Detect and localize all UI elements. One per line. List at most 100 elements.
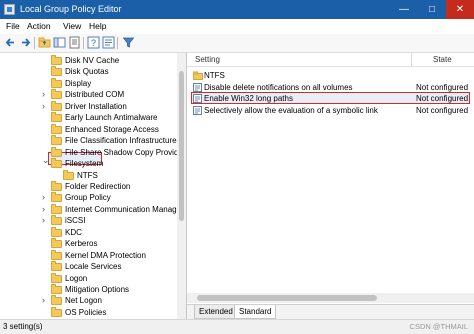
menu-bar: File Action View Help (0, 19, 474, 35)
folder-icon (51, 284, 62, 294)
tree-item[interactable]: Folder Redirection (0, 180, 186, 192)
folder-icon (51, 146, 62, 157)
tree-item[interactable]: ⌄ Filesystem (0, 155, 186, 169)
folder-icon (51, 203, 62, 214)
minimize-button[interactable]: — (390, 0, 418, 19)
state-column-header[interactable]: State (433, 53, 452, 66)
folder-icon (51, 112, 62, 123)
folder-icon (51, 272, 62, 283)
show-hide-tree-icon[interactable] (53, 36, 66, 49)
tree-item[interactable]: › Group Policy (0, 192, 186, 203)
chevron-right-icon[interactable]: › (42, 192, 45, 203)
setting-row[interactable]: Selectively allow the evaluation of a sy… (187, 105, 474, 116)
export-list-icon[interactable] (68, 36, 81, 49)
properties-icon[interactable] (102, 36, 115, 49)
tree-item[interactable]: Enhanced Storage Access (0, 123, 186, 135)
folder-icon (51, 123, 62, 134)
menu-view[interactable]: View (63, 21, 81, 31)
tree-item[interactable]: › Internet Communication Manage (0, 203, 186, 215)
setting-row[interactable]: Disable delete notifications on all volu… (187, 82, 474, 93)
tree-item[interactable]: Disk Quotas (0, 66, 186, 77)
chevron-right-icon[interactable]: › (42, 215, 45, 226)
folder-icon (51, 158, 62, 169)
tree-item-label: Distributed COM (65, 90, 125, 100)
setting-name: Enable Win32 long paths (204, 94, 293, 103)
setting-name: Disable delete notifications on all volu… (204, 82, 353, 92)
tree-item[interactable]: Kernel DMA Protection (0, 249, 186, 261)
folder-icon (51, 249, 62, 260)
tree-item-label: Display (65, 78, 92, 88)
setting-row[interactable]: Enable Win32 long paths Not configured (187, 93, 474, 104)
watermark: CSDN @THMAIL (409, 322, 468, 331)
tree-item-label: OS Policies (65, 307, 107, 317)
tree-vertical-scrollbar[interactable] (177, 53, 186, 319)
tree-item[interactable]: KDC (0, 226, 186, 238)
setting-name: NTFS (204, 71, 225, 80)
tab-standard[interactable]: Standard (234, 305, 277, 319)
help-icon[interactable]: ? (87, 36, 100, 49)
tree-item[interactable]: Logon (0, 272, 186, 284)
chevron-right-icon[interactable]: › (42, 295, 45, 306)
toolbar: ? (0, 34, 474, 53)
policy-setting-icon (193, 105, 202, 115)
filter-icon[interactable] (122, 36, 135, 49)
status-bar: 3 setting(s) CSDN @THMAIL (0, 319, 474, 334)
tree-item[interactable]: File Share Shadow Copy Provider (0, 146, 186, 158)
tree-item[interactable]: › Distributed COM (0, 89, 186, 100)
tree-item[interactable]: Locale Services (0, 261, 186, 272)
folder-icon (51, 135, 62, 146)
folder-icon (51, 238, 62, 249)
menu-file[interactable]: File (6, 21, 20, 31)
chevron-right-icon[interactable]: › (42, 101, 45, 112)
folder-icon (51, 295, 62, 306)
menu-help[interactable]: Help (89, 21, 106, 31)
menu-action[interactable]: Action (27, 21, 51, 31)
maximize-button[interactable]: □ (418, 0, 446, 19)
policy-setting-icon (193, 94, 202, 103)
svg-text:?: ? (91, 38, 96, 48)
tree-item-label: File Share Shadow Copy Provider (65, 147, 186, 157)
chevron-right-icon[interactable]: › (42, 204, 45, 215)
tab-extended[interactable]: Extended (194, 305, 238, 319)
column-divider[interactable] (411, 53, 412, 66)
chevron-right-icon[interactable]: › (42, 89, 45, 100)
close-button[interactable]: ✕ (446, 0, 474, 19)
scrollbar-thumb[interactable] (179, 71, 184, 221)
tree-item[interactable]: Kerberos (0, 238, 186, 249)
folder-icon (51, 66, 62, 77)
folder-icon (51, 306, 62, 317)
tree-item-label: Disk NV Cache (65, 56, 120, 65)
list-horizontal-scrollbar[interactable] (187, 293, 474, 303)
folder-icon (51, 215, 62, 226)
tree-item[interactable]: Display (0, 77, 186, 89)
tree-item-label: Enhanced Storage Access (65, 124, 159, 134)
toolbar-separator (34, 37, 35, 49)
tree-item-label: NTFS (77, 170, 98, 180)
folder-icon (51, 100, 62, 111)
tree-item[interactable]: › Driver Installation (0, 100, 186, 112)
forward-icon[interactable] (19, 36, 32, 49)
tree-item-label: KDC (65, 227, 82, 237)
tree-item[interactable]: › Net Logon (0, 295, 186, 306)
tree-item-label: Driver Installation (65, 101, 127, 111)
folder-icon (51, 77, 62, 88)
tree-item[interactable]: NTFS (0, 169, 186, 181)
setting-row[interactable]: NTFS (187, 70, 474, 81)
tree-item-label: File Classification Infrastructure (65, 136, 177, 146)
folder-icon (51, 192, 62, 203)
up-folder-icon[interactable] (38, 36, 51, 49)
tree-item[interactable]: Early Launch Antimalware (0, 112, 186, 123)
chevron-down-icon[interactable]: ⌄ (42, 155, 50, 166)
tree-item[interactable]: File Classification Infrastructure (0, 135, 186, 146)
tree-item[interactable]: › iSCSI (0, 215, 186, 226)
tree-item-label: Early Launch Antimalware (65, 113, 158, 123)
setting-column-header[interactable]: Setting (195, 53, 220, 66)
scrollbar-thumb[interactable] (197, 295, 377, 301)
tree-item[interactable]: Disk NV Cache (0, 55, 186, 66)
folder-icon (193, 71, 203, 80)
title-bar: Local Group Policy Editor — □ ✕ (0, 0, 474, 19)
tree-item[interactable]: Mitigation Options (0, 284, 186, 295)
tree-pane[interactable]: Disk NV Cache Disk Quotas Display › Distribu… (0, 53, 187, 319)
back-icon[interactable] (4, 36, 17, 49)
tree-item[interactable]: OS Policies (0, 306, 186, 318)
